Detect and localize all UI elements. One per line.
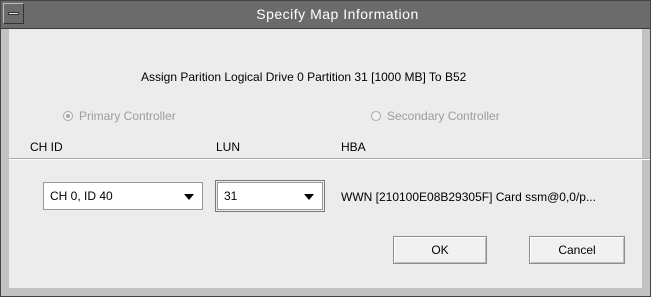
title-bar[interactable]: Specify Map Information <box>1 1 650 29</box>
window-frame-right <box>642 29 650 296</box>
ch-id-selected-value: CH 0, ID 40 <box>50 189 113 203</box>
window-frame-left <box>1 29 9 296</box>
chevron-down-icon[interactable] <box>304 194 314 200</box>
assign-description: Assign Parition Logical Drive 0 Partitio… <box>141 70 467 84</box>
window-frame-bottom <box>1 288 650 296</box>
primary-controller-radio[interactable]: Primary Controller <box>63 109 176 123</box>
secondary-controller-radio[interactable]: Secondary Controller <box>371 109 500 123</box>
radio-checked-icon <box>63 111 73 121</box>
radio-unchecked-icon <box>371 111 381 121</box>
window-menu-icon <box>8 12 19 15</box>
secondary-controller-label: Secondary Controller <box>387 109 500 123</box>
cancel-button[interactable]: Cancel <box>529 236 625 264</box>
primary-controller-label: Primary Controller <box>79 109 176 123</box>
column-header-hba: HBA <box>341 140 366 154</box>
window-menu-button[interactable] <box>3 3 24 24</box>
window-title: Specify Map Information <box>256 6 419 22</box>
ch-id-select[interactable]: CH 0, ID 40 <box>43 182 203 210</box>
lun-selected-value: 31 <box>224 189 238 203</box>
hba-value: WWN [210100E08B29305F] Card ssm@0,0/p... <box>341 190 596 204</box>
dialog-window: Specify Map Information Assign Parition … <box>0 0 651 297</box>
column-header-lun: LUN <box>216 140 241 154</box>
chevron-down-icon[interactable] <box>184 194 194 200</box>
header-separator <box>9 158 650 160</box>
lun-select[interactable]: 31 <box>215 180 325 212</box>
column-header-ch-id: CH ID <box>30 140 63 154</box>
ok-button[interactable]: OK <box>393 236 487 264</box>
